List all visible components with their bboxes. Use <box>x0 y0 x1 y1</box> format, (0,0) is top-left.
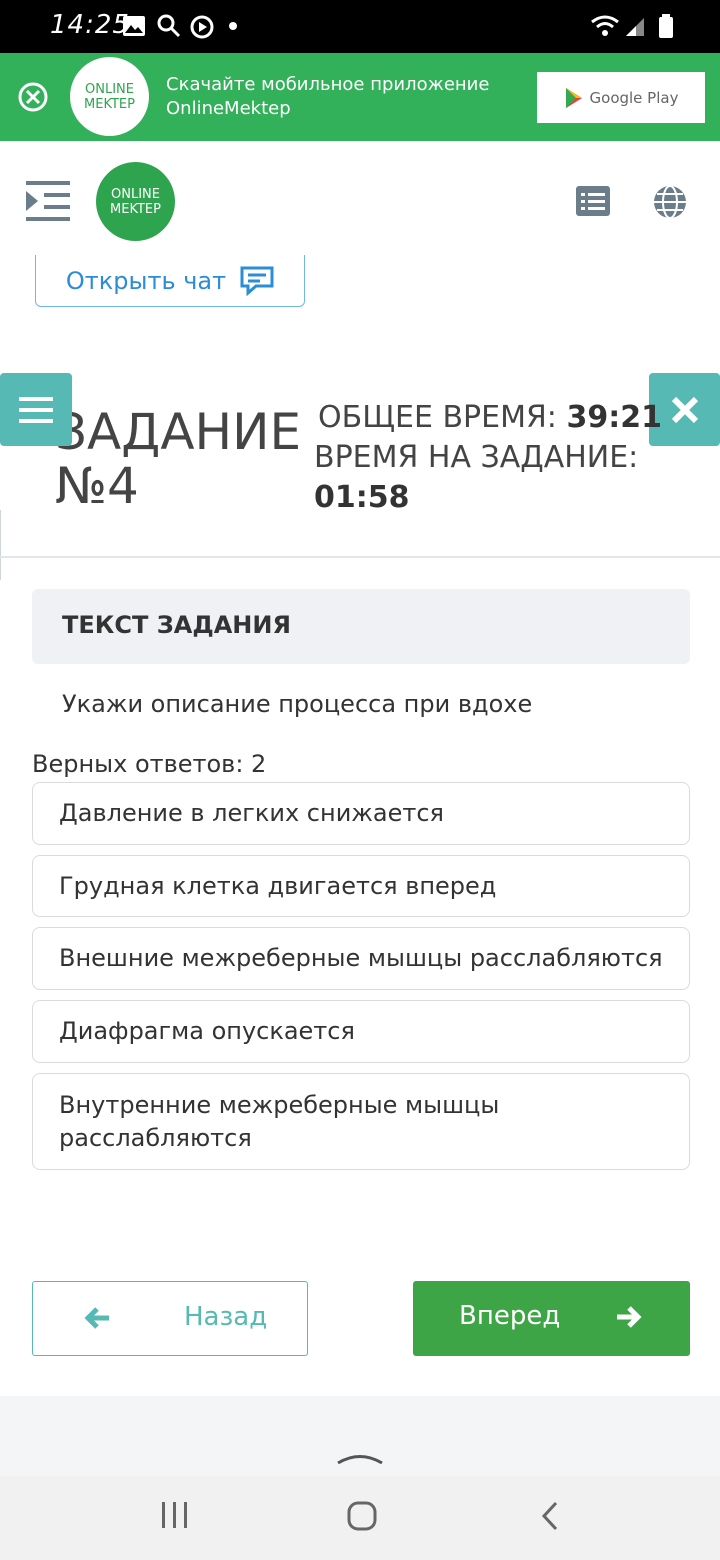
home-icon[interactable] <box>346 1500 378 1532</box>
task-title-line2: №4 <box>55 457 139 515</box>
divider <box>0 556 720 558</box>
arrow-left-icon <box>84 1307 109 1329</box>
hamburger-icon <box>19 396 53 423</box>
gallery-icon <box>123 16 145 36</box>
google-play-icon <box>565 87 582 108</box>
sidebar-toggle-button[interactable] <box>0 373 72 446</box>
banner-logo: ONLINE MEKTEP <box>70 57 149 136</box>
task-text-heading: ТЕКСТ ЗАДАНИЯ <box>62 611 291 639</box>
arrow-right-icon <box>617 1306 642 1328</box>
google-play-button[interactable]: Google Play <box>537 72 705 123</box>
open-chat-button[interactable]: Открыть чат <box>35 255 305 307</box>
task-time-label: ВРЕМЯ НА ЗАДАНИЕ: <box>314 440 639 475</box>
google-play-label: Google Play <box>589 88 679 107</box>
globe-icon[interactable] <box>652 184 688 220</box>
back-label: Назад <box>184 1302 268 1332</box>
close-circle-icon[interactable] <box>17 81 49 113</box>
banner-text-line1: Скачайте мобильное приложение <box>166 74 490 95</box>
battery-icon <box>659 14 673 38</box>
signal-icon <box>626 18 644 36</box>
recent-apps-icon[interactable] <box>160 1500 190 1530</box>
left-border <box>0 510 1 580</box>
search-status-icon <box>157 14 181 38</box>
back-nav-icon[interactable] <box>538 1500 562 1532</box>
chat-icon <box>240 266 274 296</box>
back-button[interactable]: Назад <box>32 1281 308 1356</box>
next-label: Вперед <box>459 1301 561 1331</box>
task-title: ЗАДАНИЕ №4 <box>55 405 301 513</box>
logo-text-top: ONLINE <box>85 81 134 97</box>
logo-text-bottom: MEKTEP <box>84 96 135 112</box>
app-header: ONLINE MEKTEP <box>0 141 720 261</box>
banner-text: Скачайте мобильное приложение OnlineMekt… <box>166 73 489 121</box>
chevron-up-icon[interactable] <box>336 1450 384 1466</box>
open-chat-label: Открыть чат <box>65 266 227 295</box>
answer-option[interactable]: Внешние межреберные мышцы расслабляются <box>32 927 690 990</box>
wifi-icon <box>591 15 619 36</box>
task-title-line1: ЗАДАНИЕ <box>55 403 302 461</box>
answer-option[interactable]: Грудная клетка двигается вперед <box>32 855 690 917</box>
banner-text-line2: OnlineMektep <box>166 98 291 119</box>
timers: ОБЩЕЕ ВРЕМЯ: 39:21 ВРЕМЯ НА ЗАДАНИЕ: 01:… <box>314 398 662 518</box>
task-time-value: 01:58 <box>314 480 410 515</box>
status-bar: 14:25 <box>0 0 720 53</box>
media-status-icon <box>190 15 214 39</box>
answer-option[interactable]: Диафрагма опускается <box>32 1000 690 1063</box>
next-button[interactable]: Вперед <box>413 1281 690 1356</box>
task-text-card: ТЕКСТ ЗАДАНИЯ <box>32 589 690 664</box>
answer-option[interactable]: Давление в легких снижается <box>32 782 690 845</box>
correct-answers-count: Верных ответов: 2 <box>32 750 267 778</box>
header-logo-bottom: MEKTEP <box>110 201 161 217</box>
total-time-label: ОБЩЕЕ ВРЕМЯ: <box>318 400 557 435</box>
total-time-value: 39:21 <box>566 400 662 435</box>
close-icon <box>671 396 698 423</box>
list-icon[interactable] <box>576 186 610 216</box>
question-text: Укажи описание процесса при вдохе <box>62 690 533 718</box>
status-time: 14:25 <box>50 10 130 40</box>
dot-icon <box>229 22 237 30</box>
app-banner: ONLINE MEKTEP Скачайте мобильное приложе… <box>0 53 720 141</box>
answer-option[interactable]: Внутренние межреберные мышцы расслабляют… <box>32 1073 690 1170</box>
system-nav-bar <box>0 1476 720 1560</box>
header-logo[interactable]: ONLINE MEKTEP <box>96 162 175 241</box>
menu-indent-icon[interactable] <box>26 179 72 223</box>
header-logo-top: ONLINE <box>111 186 160 202</box>
